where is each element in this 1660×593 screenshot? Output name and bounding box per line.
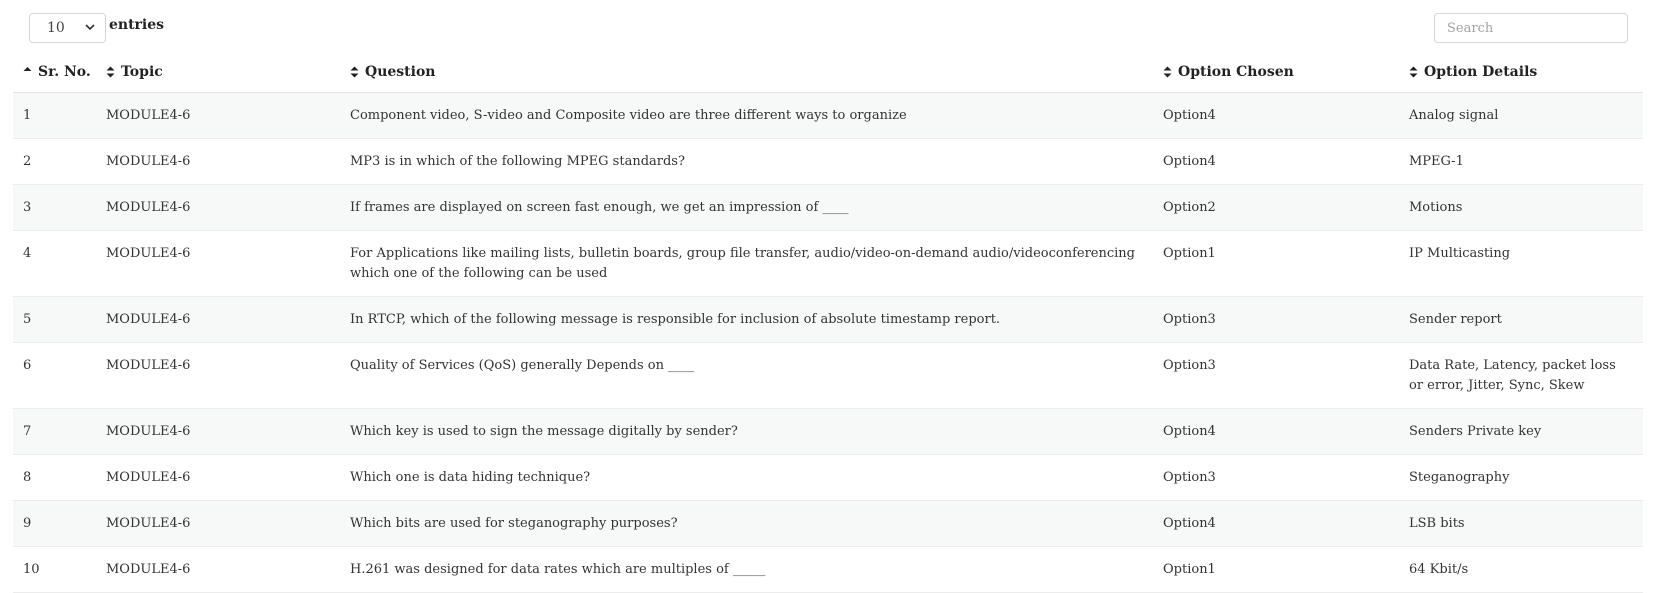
cell-sr-no: 2: [13, 138, 106, 185]
sort-both-icon: [1409, 66, 1418, 78]
column-header-label: Topic: [121, 63, 163, 80]
column-header-topic[interactable]: Topic: [106, 52, 350, 93]
sort-both-icon: [106, 66, 115, 78]
cell-option-details: 64 Kbit/s: [1409, 546, 1643, 593]
cell-topic: MODULE4-6: [106, 138, 350, 185]
cell-question: If frames are displayed on screen fast e…: [350, 184, 1163, 231]
cell-question: MP3 is in which of the following MPEG st…: [350, 138, 1163, 185]
table-row: 5 MODULE4-6 In RTCP, which of the follow…: [13, 296, 1643, 343]
cell-option-chosen: Option4: [1163, 500, 1409, 547]
cell-sr-no: 9: [13, 500, 106, 547]
table-row: 6 MODULE4-6 Quality of Services (QoS) ge…: [13, 342, 1643, 409]
cell-option-chosen: Option3: [1163, 296, 1409, 343]
cell-sr-no: 8: [13, 454, 106, 501]
search-input[interactable]: [1434, 13, 1628, 43]
cell-option-chosen: Option4: [1163, 138, 1409, 185]
table-row: 4 MODULE4-6 For Applications like mailin…: [13, 230, 1643, 297]
cell-question: Which one is data hiding technique?: [350, 454, 1163, 501]
column-header-option-chosen[interactable]: Option Chosen: [1163, 52, 1409, 93]
cell-option-chosen: Option4: [1163, 408, 1409, 455]
cell-option-chosen: Option3: [1163, 342, 1409, 409]
cell-topic: MODULE4-6: [106, 296, 350, 343]
cell-question: Which bits are used for steganography pu…: [350, 500, 1163, 547]
column-header-label: Option Chosen: [1178, 63, 1294, 80]
cell-sr-no: 6: [13, 342, 106, 409]
cell-question: Component video, S-video and Composite v…: [350, 92, 1163, 139]
sort-both-icon: [1163, 66, 1172, 78]
table-row: 8 MODULE4-6 Which one is data hiding tec…: [13, 454, 1643, 501]
cell-question: H.261 was designed for data rates which …: [350, 546, 1163, 593]
cell-option-details: Steganography: [1409, 454, 1643, 501]
entries-label: entries: [109, 17, 165, 33]
column-header-question[interactable]: Question: [350, 52, 1163, 93]
cell-sr-no: 10: [13, 546, 106, 593]
cell-option-chosen: Option1: [1163, 546, 1409, 593]
cell-sr-no: 5: [13, 296, 106, 343]
cell-option-details: LSB bits: [1409, 500, 1643, 547]
column-header-label: Sr. No.: [38, 63, 91, 80]
cell-topic: MODULE4-6: [106, 92, 350, 139]
cell-topic: MODULE4-6: [106, 546, 350, 593]
cell-option-details: Senders Private key: [1409, 408, 1643, 455]
cell-option-details: IP Multicasting: [1409, 230, 1643, 297]
table-row: 7 MODULE4-6 Which key is used to sign th…: [13, 408, 1643, 455]
table-row: 9 MODULE4-6 Which bits are used for steg…: [13, 500, 1643, 547]
questions-table: Sr. No. Topic Question Option Chosen Opt…: [13, 52, 1643, 593]
table-header-row: Sr. No. Topic Question Option Chosen Opt…: [13, 52, 1643, 93]
table-row: 2 MODULE4-6 MP3 is in which of the follo…: [13, 138, 1643, 185]
table-row: 1 MODULE4-6 Component video, S-video and…: [13, 92, 1643, 139]
cell-question: Quality of Services (QoS) generally Depe…: [350, 342, 1163, 409]
cell-question: Which key is used to sign the message di…: [350, 408, 1163, 455]
cell-sr-no: 7: [13, 408, 106, 455]
table-controls: 10 entries: [0, 0, 1660, 52]
cell-sr-no: 4: [13, 230, 106, 297]
column-header-label: Question: [365, 63, 436, 80]
cell-option-chosen: Option4: [1163, 92, 1409, 139]
column-header-sr-no[interactable]: Sr. No.: [13, 52, 106, 93]
cell-option-details: MPEG-1: [1409, 138, 1643, 185]
sort-ascending-icon: [23, 66, 32, 71]
cell-question: In RTCP, which of the following message …: [350, 296, 1163, 343]
cell-question: For Applications like mailing lists, bul…: [350, 230, 1163, 297]
cell-option-details: Analog signal: [1409, 92, 1643, 139]
cell-option-details: Sender report: [1409, 296, 1643, 343]
cell-option-details: Data Rate, Latency, packet loss or error…: [1409, 342, 1643, 409]
cell-sr-no: 1: [13, 92, 106, 139]
cell-topic: MODULE4-6: [106, 184, 350, 231]
table-row: 3 MODULE4-6 If frames are displayed on s…: [13, 184, 1643, 231]
cell-option-chosen: Option1: [1163, 230, 1409, 297]
cell-option-chosen: Option2: [1163, 184, 1409, 231]
column-header-label: Option Details: [1424, 63, 1538, 80]
cell-sr-no: 3: [13, 184, 106, 231]
cell-topic: MODULE4-6: [106, 408, 350, 455]
cell-topic: MODULE4-6: [106, 500, 350, 547]
column-header-option-details[interactable]: Option Details: [1409, 52, 1643, 93]
chevron-down-icon: [85, 24, 95, 31]
cell-option-details: Motions: [1409, 184, 1643, 231]
entries-per-page-select[interactable]: 10: [29, 13, 106, 43]
cell-topic: MODULE4-6: [106, 454, 350, 501]
table-row: 10 MODULE4-6 H.261 was designed for data…: [13, 546, 1643, 593]
cell-topic: MODULE4-6: [106, 342, 350, 409]
sort-both-icon: [350, 66, 359, 78]
cell-topic: MODULE4-6: [106, 230, 350, 297]
entries-per-page-value: 10: [47, 20, 65, 36]
cell-option-chosen: Option3: [1163, 454, 1409, 501]
